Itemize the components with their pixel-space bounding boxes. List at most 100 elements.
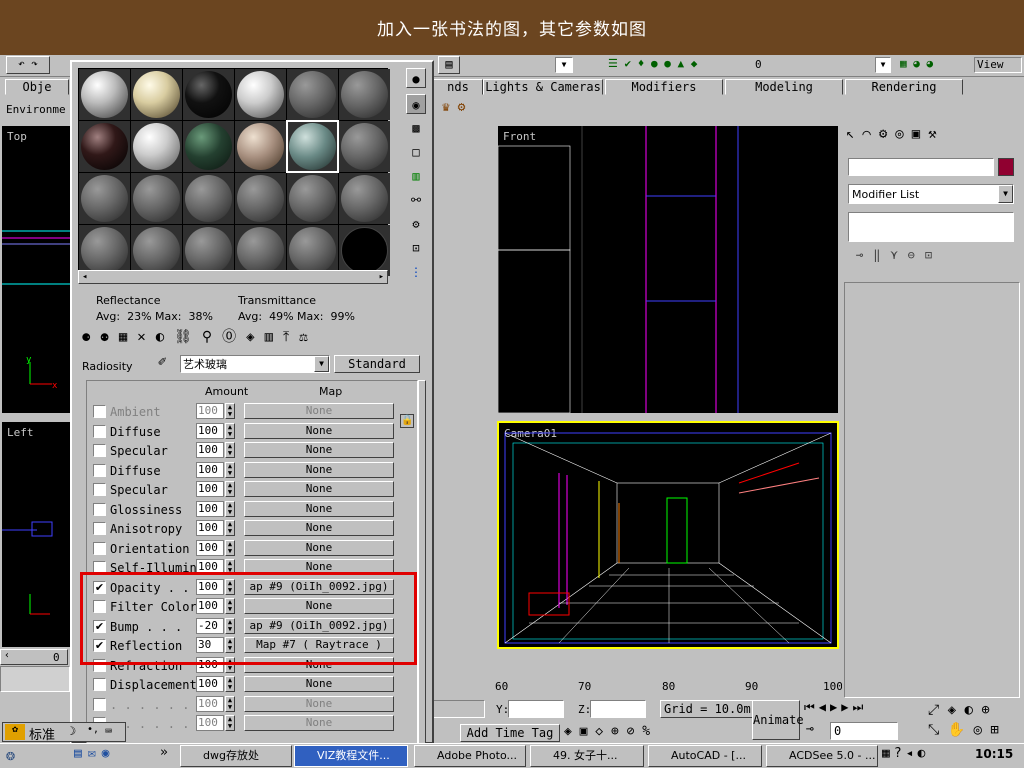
map-amount-field[interactable]: 100 xyxy=(196,442,224,458)
map-slot-button[interactable]: None xyxy=(244,520,394,536)
map-amount-spinner-icon[interactable]: ▲ ▼ xyxy=(225,501,235,517)
ime-toolbar[interactable]: ✿ 标准 ☽ •, ⌨ xyxy=(2,722,126,743)
named-selection-dropdown[interactable]: ▼ xyxy=(555,57,573,73)
sample-slot[interactable] xyxy=(235,121,286,172)
taskbar-item[interactable]: dwg存放处 xyxy=(180,745,292,767)
taskbar-item[interactable]: AutoCAD - [... xyxy=(648,745,762,767)
map-amount-spinner-icon[interactable]: ▲ ▼ xyxy=(225,462,235,478)
taskbar-item[interactable]: 49. 女子十... xyxy=(530,745,644,767)
material-toolbar[interactable]: ⚈⚉▦✕◐⛓⚲⓪◈▥⤒⚖ xyxy=(82,326,422,348)
view-dropdown[interactable]: View xyxy=(974,57,1022,73)
sample-slot[interactable] xyxy=(183,121,234,172)
taskbar-item[interactable]: ACDSee 5.0 - ... xyxy=(766,745,878,767)
map-amount-field[interactable]: 100 xyxy=(196,696,224,712)
object-name-field[interactable] xyxy=(848,158,994,176)
map-slot-button[interactable]: None xyxy=(244,481,394,497)
map-enable-checkbox[interactable] xyxy=(93,503,106,516)
map-amount-field[interactable]: 100 xyxy=(196,520,224,536)
sample-slot[interactable] xyxy=(131,225,182,276)
map-amount-spinner-icon[interactable]: ▲ ▼ xyxy=(225,696,235,712)
time-slider-track[interactable] xyxy=(0,666,70,692)
animate-button[interactable]: Animate xyxy=(752,700,804,740)
add-time-tag-button[interactable]: Add Time Tag xyxy=(460,724,560,742)
sample-slot[interactable] xyxy=(131,69,182,120)
chevron-down-icon[interactable]: ▼ xyxy=(314,356,329,372)
undo-icon[interactable]: ↶ ↷ xyxy=(6,56,50,74)
object-color-swatch[interactable] xyxy=(998,158,1014,176)
start-icon[interactable]: ❂ xyxy=(6,746,15,764)
sample-slot[interactable] xyxy=(235,69,286,120)
scroll-right-icon[interactable]: ▸ xyxy=(379,271,384,283)
playback-controls[interactable]: ⏮◀▶▶⏭ xyxy=(804,700,924,718)
backlight-icon[interactable]: ◉ xyxy=(406,94,426,114)
map-enable-checkbox[interactable] xyxy=(93,698,106,711)
chevron-down-icon[interactable]: ▼ xyxy=(998,185,1013,203)
map-amount-field[interactable]: 100 xyxy=(196,481,224,497)
sample-slot[interactable] xyxy=(183,173,234,224)
selection-dropdown[interactable]: ▼ xyxy=(875,57,891,73)
map-amount-field[interactable]: 100 xyxy=(196,715,224,731)
taskbar-item-active[interactable]: VIZ教程文件... xyxy=(294,745,408,767)
viewport-left[interactable]: Left xyxy=(2,422,70,647)
options-icon[interactable]: ⚙ xyxy=(406,214,426,234)
map-enable-checkbox[interactable] xyxy=(93,464,106,477)
tab-modifiers[interactable]: Modifiers xyxy=(605,79,723,95)
sample-slot[interactable] xyxy=(339,69,390,120)
nav-icons[interactable]: ⤢ ◈ ◐ ⊕ ⤡ ✋ ◎ ⊞ xyxy=(928,700,1022,740)
snap-icons[interactable]: ◈ ▣ ◇ ⊕ ⊘ % xyxy=(564,724,664,742)
map-enable-checkbox[interactable] xyxy=(93,405,106,418)
y-coord-field[interactable] xyxy=(508,700,564,718)
ime-keyboard-icon[interactable]: ⌨ xyxy=(105,724,112,738)
map-enable-checkbox[interactable] xyxy=(93,483,106,496)
sample-slot[interactable] xyxy=(287,69,338,120)
sample-slot[interactable] xyxy=(131,173,182,224)
material-name-field[interactable]: 艺术玻璃 ▼ xyxy=(180,355,330,373)
map-amount-spinner-icon[interactable]: ▲ ▼ xyxy=(225,676,235,692)
tab-environments[interactable]: nds xyxy=(433,79,483,95)
eyedropper-icon[interactable]: ✐ xyxy=(158,354,166,370)
render-icons[interactable]: ▦ ◕ ◕ xyxy=(900,57,972,73)
map-slot-button[interactable]: None xyxy=(244,403,394,419)
sample-slot[interactable] xyxy=(339,173,390,224)
lock-icon[interactable]: 🔒 xyxy=(400,414,414,428)
map-enable-checkbox[interactable] xyxy=(93,425,106,438)
scroll-left-icon[interactable]: ‹ xyxy=(4,650,10,661)
sample-slot[interactable] xyxy=(287,225,338,276)
map-amount-field[interactable]: 100 xyxy=(196,676,224,692)
ime-moon-icon[interactable]: ☽ xyxy=(69,724,76,738)
key-icon[interactable]: ⊸ xyxy=(806,722,814,737)
sample-slot[interactable] xyxy=(183,69,234,120)
frame-field[interactable]: 0 xyxy=(830,722,898,740)
map-slot-button[interactable]: None xyxy=(244,442,394,458)
map-enable-checkbox[interactable] xyxy=(93,678,106,691)
modifier-stack[interactable] xyxy=(848,212,1014,242)
map-enable-checkbox[interactable] xyxy=(93,542,106,555)
background-icon[interactable]: ▩ xyxy=(406,118,426,138)
viewport-camera[interactable]: Camera01 xyxy=(497,421,839,649)
sample-slot[interactable] xyxy=(79,225,130,276)
map-slot-button[interactable]: None xyxy=(244,715,394,731)
sample-uv-icon[interactable]: □ xyxy=(406,142,426,162)
tab-toolbar-icons[interactable]: ♛ ⚙ xyxy=(442,100,484,118)
map-amount-field[interactable]: 100 xyxy=(196,403,224,419)
video-color-icon[interactable]: ▥ xyxy=(406,166,426,186)
sample-slot[interactable] xyxy=(287,173,338,224)
tab-modeling[interactable]: Modeling xyxy=(725,79,843,95)
layer-icon[interactable]: ▤ xyxy=(438,56,460,74)
sample-slot[interactable] xyxy=(339,121,390,172)
quick-launch-icons[interactable]: ▤✉◉ xyxy=(74,746,115,761)
map-slot-button[interactable]: None xyxy=(244,540,394,556)
map-amount-spinner-icon[interactable]: ▲ ▼ xyxy=(225,540,235,556)
tray-icons[interactable]: ▦?◂◐ xyxy=(882,746,970,761)
sample-slot[interactable] xyxy=(131,121,182,172)
map-amount-spinner-icon[interactable]: ▲ ▼ xyxy=(225,520,235,536)
select-by-material-icon[interactable]: ⊡ xyxy=(406,238,426,258)
tab-objects[interactable]: Obje xyxy=(5,79,69,95)
modifier-list-dropdown[interactable]: Modifier List ▼ xyxy=(848,184,1014,204)
viewport-front[interactable]: Front xyxy=(498,126,838,413)
map-amount-field[interactable]: 100 xyxy=(196,423,224,439)
prompt-line[interactable] xyxy=(433,700,485,718)
stack-icons[interactable]: ⊸‖⋎⊖⊡ xyxy=(856,248,1014,266)
map-amount-spinner-icon[interactable]: ▲ ▼ xyxy=(225,715,235,731)
map-slot-button[interactable]: None xyxy=(244,462,394,478)
